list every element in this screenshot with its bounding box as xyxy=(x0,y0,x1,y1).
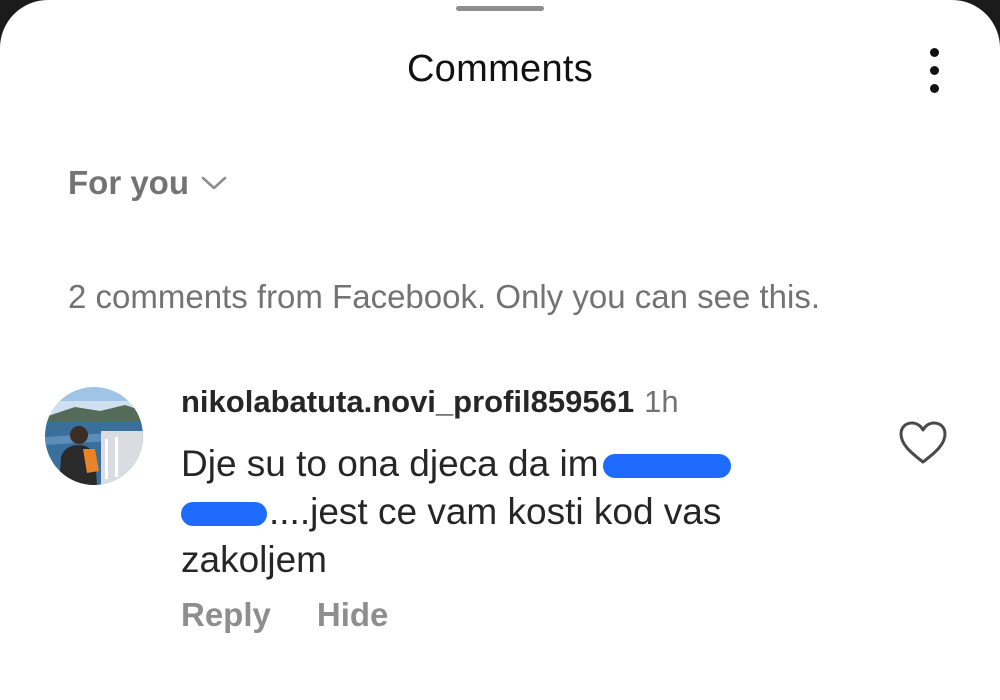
heart-outline-icon xyxy=(899,421,947,464)
comment: nikolabatuta.novi_profil859561 1h Dje su … xyxy=(181,380,881,584)
redaction-mark xyxy=(602,454,731,479)
filter-label: For you xyxy=(68,164,189,201)
chevron-down-icon xyxy=(201,175,227,191)
hide-button[interactable]: Hide xyxy=(317,596,389,634)
comment-actions: Reply Hide xyxy=(181,596,388,634)
like-button[interactable] xyxy=(898,420,948,466)
reply-button[interactable]: Reply xyxy=(181,596,271,634)
comment-text-line-3: zakoljem xyxy=(181,539,327,580)
comment-text-line-2: ....jest ce vam kosti kod vas xyxy=(269,491,722,532)
comment-text: Dje su to ona djeca da im ....jest ce va… xyxy=(181,440,881,584)
page-title: Comments xyxy=(406,48,594,90)
comment-text-line-1: Dje su to ona djeca da im xyxy=(181,443,599,484)
comment-username[interactable]: nikolabatuta.novi_profil859561 xyxy=(181,384,634,419)
facebook-comments-notice: 2 comments from Facebook. Only you can s… xyxy=(68,278,820,315)
redaction-mark xyxy=(181,502,267,527)
avatar[interactable] xyxy=(45,387,143,485)
comments-sheet: Comments For you 2 comments from Faceboo… xyxy=(0,0,1000,700)
drag-handle[interactable] xyxy=(456,6,544,11)
more-vertical-icon xyxy=(929,47,939,57)
more-options-button[interactable] xyxy=(916,44,952,96)
sort-filter-dropdown[interactable]: For you xyxy=(68,164,227,202)
comment-timestamp: 1h xyxy=(644,384,679,419)
